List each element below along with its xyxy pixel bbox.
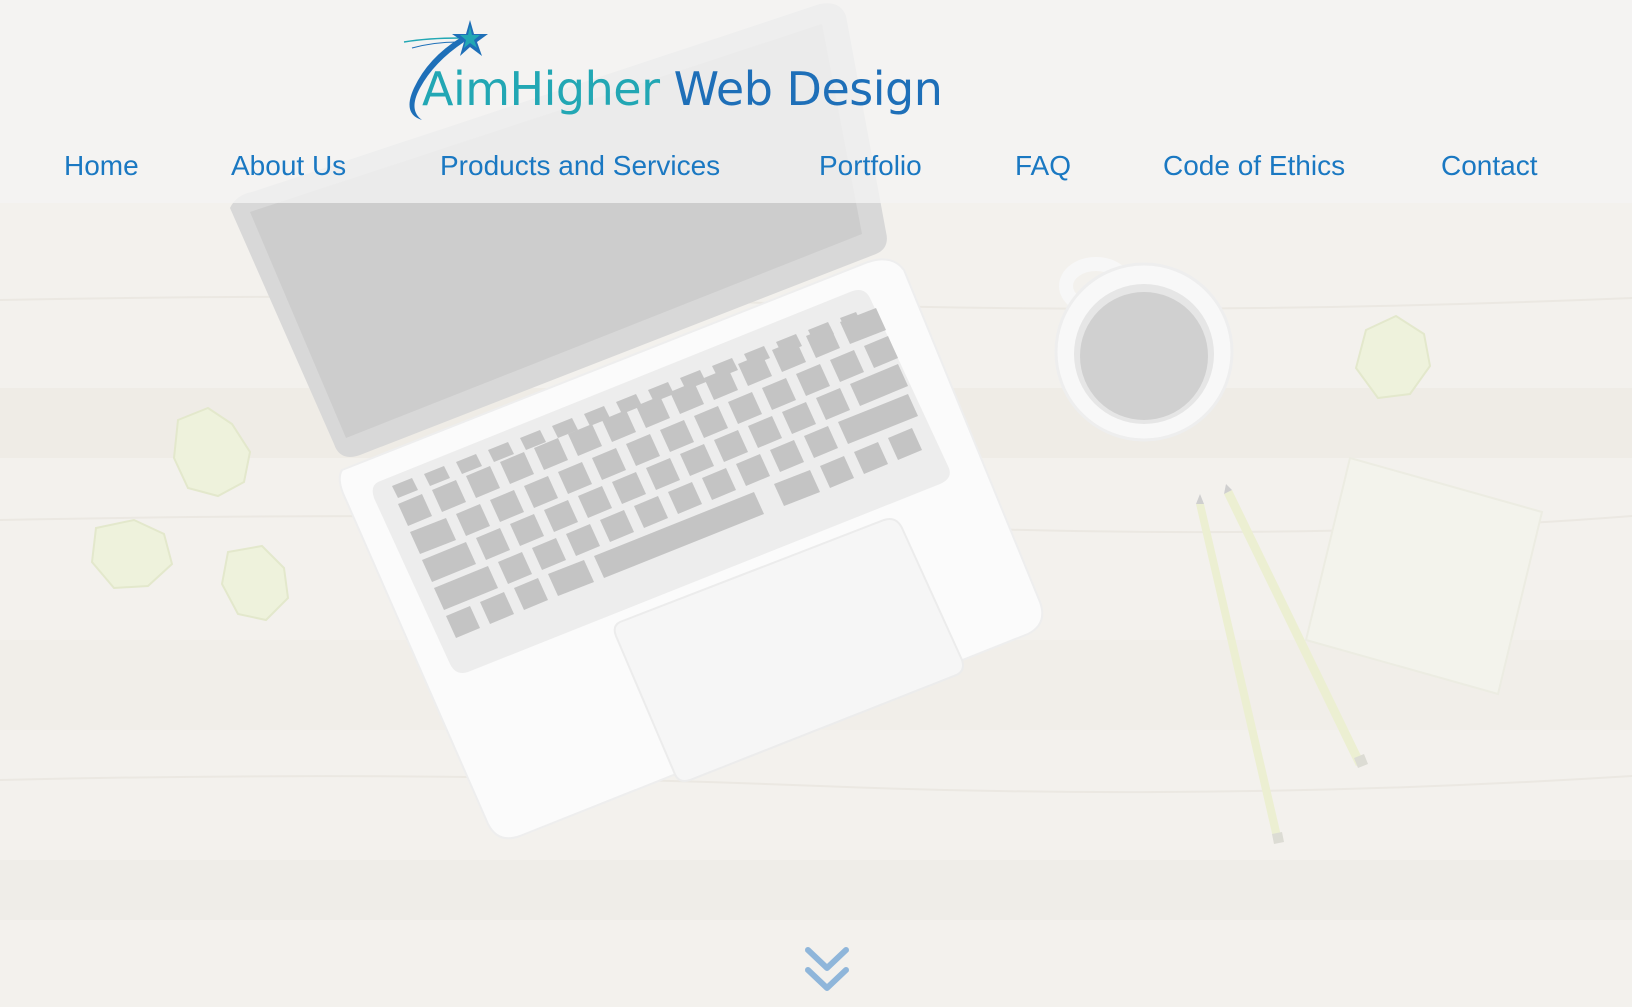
- nav-code-of-ethics[interactable]: Code of Ethics: [1163, 146, 1345, 186]
- scroll-down-button[interactable]: [804, 946, 850, 994]
- logo-wordmark: AimHigher Web Design: [422, 66, 943, 112]
- nav-about-us[interactable]: About Us: [231, 146, 346, 186]
- nav-faq[interactable]: FAQ: [1015, 146, 1071, 186]
- coffee-cup: [1054, 257, 1234, 442]
- main-nav: Home About Us Products and Services Port…: [0, 146, 1632, 186]
- site-header: AimHigher Web Design Home About Us Produ…: [0, 0, 1632, 203]
- nav-contact[interactable]: Contact: [1441, 146, 1538, 186]
- double-chevron-down-icon: [805, 947, 849, 991]
- nav-products[interactable]: Products and Services: [440, 146, 720, 186]
- logo-aimhigher: AimHigher: [422, 62, 660, 116]
- nav-home[interactable]: Home: [64, 146, 139, 186]
- nav-portfolio[interactable]: Portfolio: [819, 146, 922, 186]
- logo-web-design: Web Design: [659, 62, 943, 116]
